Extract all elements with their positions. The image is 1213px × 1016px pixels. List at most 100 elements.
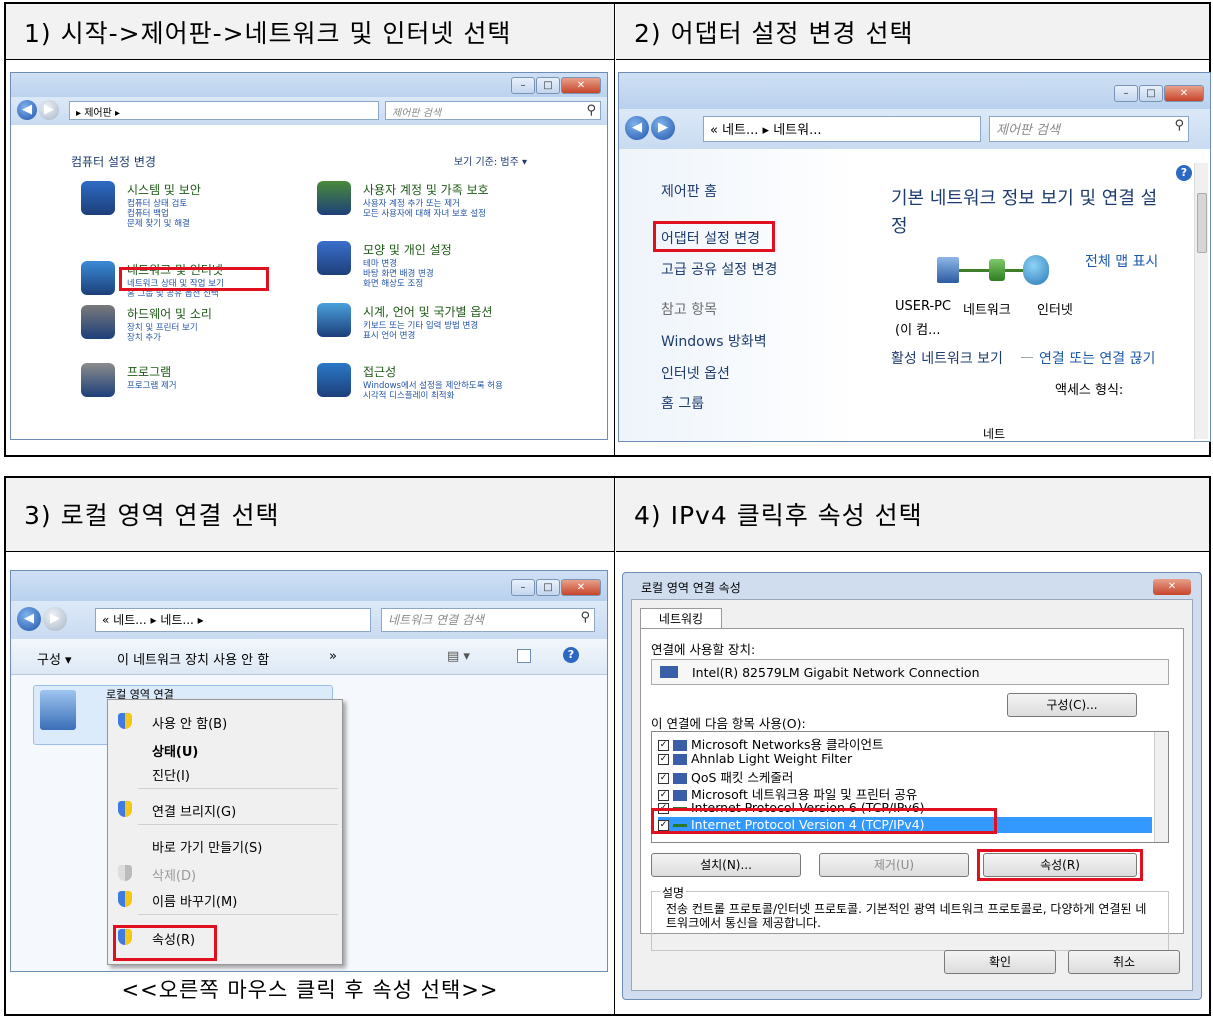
address-bar: ◀ ▶ « 네트... ▸ 네트... ▸ 네트워크 연결 검색 ⚲ [11,601,607,639]
category-heading[interactable]: 접근성 [363,363,396,380]
component-list-item[interactable]: ✓ Ahnlab Light Weight Filter [658,751,1152,767]
tab-networking[interactable]: 네트워킹 [640,608,722,628]
category-link[interactable]: 장치 추가 [127,331,161,343]
category-link[interactable]: 문제 찾기 및 해결 [127,217,190,229]
search-input[interactable]: 제어판 검색 ⚲ [385,101,601,120]
category-heading[interactable]: 프로그램 [127,363,171,380]
organize-menu[interactable]: 구성 ▾ [37,649,72,668]
minimize-button[interactable]: – [511,579,535,596]
category-heading[interactable]: 사용자 계정 및 가족 보호 [363,181,489,198]
address-input[interactable]: ▸ 제어판 ▸ [69,101,379,120]
back-icon[interactable]: ◀ [17,100,37,120]
full-map-link[interactable]: 전체 맵 표시 [1085,251,1158,271]
close-button[interactable]: ✕ [561,77,601,94]
help-icon[interactable]: ? [563,647,579,663]
context-menu-item[interactable]: 이름 바꾸기(M) [112,888,338,910]
adapter-name: Intel(R) 82579LM Gigabit Network Connect… [692,665,980,680]
computer-icon [937,257,959,283]
side-link-sharing[interactable]: 고급 공유 설정 변경 [661,259,777,279]
adapter-field: Intel(R) 82579LM Gigabit Network Connect… [651,659,1169,685]
search-icon: ⚲ [586,103,596,118]
address-bar: ◀ ▶ ▸ 제어판 ▸ 제어판 검색 ⚲ [11,97,607,125]
highlight-box [977,849,1143,881]
category-link[interactable]: 표시 언어 변경 [363,329,415,341]
category-heading[interactable]: 시계, 언어 및 국가별 옵션 [363,303,492,320]
step4-cell: 4) IPv4 클릭후 속성 선택 로컬 영역 연결 속성 ✕ 네트워킹 연결에… [616,478,1209,1014]
menu-separator [138,914,338,915]
close-button[interactable]: ✕ [1153,579,1191,595]
search-input[interactable]: 네트워크 연결 검색 ⚲ [381,608,595,632]
help-icon[interactable]: ? [1176,165,1192,181]
context-menu-item[interactable]: 바로 가기 만들기(S) [112,834,338,856]
context-menu-item[interactable]: 상태(U) [112,738,338,760]
cancel-button[interactable]: 취소 [1068,950,1180,974]
close-button[interactable]: ✕ [1164,85,1204,102]
component-list-item[interactable]: ✓ Microsoft 네트워크용 파일 및 프린터 공유 [658,784,1152,802]
address-input[interactable]: « 네트... ▸ 네트... ▸ [95,608,371,632]
active-networks-label: 활성 네트워크 보기 [891,351,1003,367]
maximize-button[interactable]: □ [1139,85,1163,102]
category-link[interactable]: 모든 사용자에 대해 자녀 보호 설정 [363,207,486,219]
forward-icon[interactable]: ▶ [651,116,675,140]
context-menu-item[interactable]: 진단(I) [112,762,338,784]
scrollbar[interactable] [1194,163,1208,439]
address-input[interactable]: « 네트... ▸ 네트워... [703,116,981,142]
category-icon [317,181,351,215]
pc-label: USER-PC [895,299,952,314]
category-heading[interactable]: 하드웨어 및 소리 [127,305,212,322]
preview-pane-icon[interactable] [517,649,531,663]
step3-caption: <<오른쪽 마우스 클릭 후 속성 선택>> [121,978,499,1002]
install-button[interactable]: 설치(N)... [651,853,801,877]
shield-icon [118,801,132,817]
category-heading[interactable]: 시스템 및 보안 [127,181,201,198]
component-name: Ahnlab Light Weight Filter [691,750,853,766]
category-link[interactable]: 시각적 디스플레이 최적화 [363,389,454,401]
forward-icon[interactable]: ▶ [39,100,59,120]
disable-device-button[interactable]: 이 네트워크 장치 사용 안 함 [117,649,269,668]
side-link-firewall[interactable]: Windows 방화벽 [661,331,767,351]
see-also-label: 참고 항목 [661,302,717,318]
side-link-internet-options[interactable]: 인터넷 옵션 [661,363,730,383]
ok-button[interactable]: 확인 [944,950,1056,974]
list-scrollbar[interactable] [1154,732,1168,842]
search-input[interactable]: 제어판 검색 ⚲ [989,116,1189,142]
maximize-button[interactable]: □ [536,579,560,596]
view-options-icon[interactable]: ▤ ▾ [447,649,470,664]
minimize-button[interactable]: – [1114,85,1138,102]
forward-icon[interactable]: ▶ [43,607,67,631]
nic-icon [660,666,678,678]
component-list-item[interactable]: ✓ QoS 패킷 스케줄러 [658,767,1152,785]
close-button[interactable]: ✕ [561,579,601,596]
page-title: 컴퓨터 설정 변경 [71,155,156,169]
context-menu-item[interactable]: 사용 안 함(B) [112,710,338,732]
back-icon[interactable]: ◀ [625,116,649,140]
uninstall-button[interactable]: 제거(U) [819,853,969,877]
category-link[interactable]: 화면 해상도 조정 [363,277,423,289]
context-menu-label: 사용 안 함(B) [152,717,228,732]
connect-disconnect-link[interactable]: 연결 또는 연결 끊기 [1039,348,1155,368]
context-menu-item[interactable]: 연결 브리지(G) [112,798,338,820]
view-by-selector[interactable]: 보기 기준: 범주 ▾ [454,153,527,168]
network-center-window: – □ ✕ ◀ ▶ « 네트... ▸ 네트워... 제어판 검색 ⚲ 제어판 홈… [618,72,1211,442]
step1-header: 1) 시작->제어판->네트워크 및 인터넷 선택 [6,4,614,60]
side-link-home[interactable]: 제어판 홈 [661,181,717,201]
configure-button[interactable]: 구성(C)... [1007,693,1137,717]
checkbox[interactable]: ✓ [658,789,669,801]
more-commands-button[interactable]: » [329,649,337,664]
bottom-table: 3) 로컬 영역 연결 선택 – □ ✕ ◀ ▶ « 네트... ▸ 네트...… [4,476,1211,1016]
network-adapter-icon [40,690,76,730]
context-menu-item[interactable]: 삭제(D) [112,862,338,884]
minimize-button[interactable]: – [511,77,535,94]
checkbox[interactable]: ✓ [658,740,669,751]
category-heading[interactable]: 모양 및 개인 설정 [363,241,452,258]
component-list-item[interactable]: ✓ Microsoft Networks용 클라이언트 [658,734,1152,752]
maximize-button[interactable]: □ [536,77,560,94]
category-link[interactable]: 프로그램 제거 [127,379,177,391]
side-link-homegroup[interactable]: 홈 그룹 [661,393,704,413]
checkbox[interactable]: ✓ [658,753,669,765]
properties-dialog: 로컬 영역 연결 속성 ✕ 네트워킹 연결에 사용할 장치: Intel(R) … [622,572,1202,1000]
network-component-icon [673,773,687,784]
scrollbar-thumb[interactable] [1197,193,1207,253]
back-icon[interactable]: ◀ [17,607,41,631]
checkbox[interactable]: ✓ [658,773,669,784]
